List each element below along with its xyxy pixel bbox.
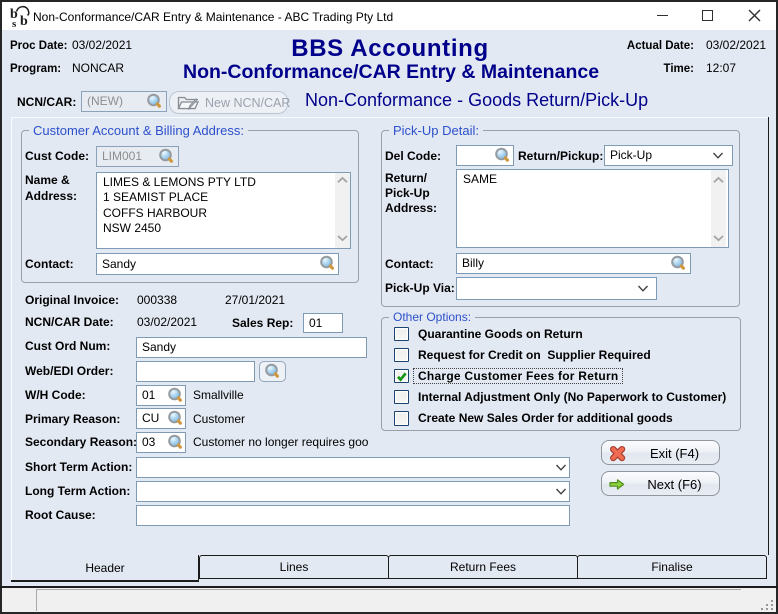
svg-text:b: b	[20, 14, 28, 28]
svg-text:s: s	[12, 18, 17, 28]
